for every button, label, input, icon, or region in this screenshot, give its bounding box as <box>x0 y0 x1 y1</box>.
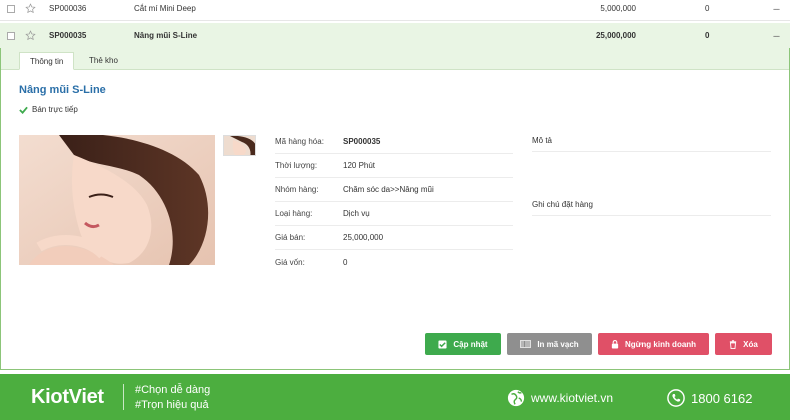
field-row: Giá bán: 25,000,000 <box>275 226 513 250</box>
star-icon[interactable] <box>25 3 36 14</box>
checkbox-icon <box>438 339 447 349</box>
row-checkbox[interactable] <box>7 4 15 13</box>
stop-selling-label: Ngừng kinh doanh <box>624 339 697 349</box>
lock-icon <box>611 339 619 349</box>
order-note-label: Ghi chú đặt hàng <box>532 194 771 216</box>
field-row: Nhóm hàng: Chăm sóc da>>Nâng mũi <box>275 178 513 202</box>
field-row: Thời lượng: 120 Phút <box>275 154 513 178</box>
tab-stock-card[interactable]: Thẻ kho <box>79 52 128 70</box>
product-code: SP000035 <box>49 31 87 40</box>
product-price: 25,000,000 <box>595 31 636 40</box>
field-value: Dịch vụ <box>343 209 370 218</box>
stop-selling-button[interactable]: Ngừng kinh doanh <box>598 333 709 355</box>
product-price: 5,000,000 <box>600 4 636 13</box>
row-checkbox[interactable] <box>7 31 15 40</box>
product-name: Cắt mí Mini Deep <box>134 4 196 13</box>
divider <box>123 384 124 410</box>
product-detail-panel: Thông tin Thẻ kho Nâng mũi S-Line Bán tr… <box>0 48 790 370</box>
product-thumbnail[interactable] <box>223 135 256 156</box>
product-stock: 0 <box>705 31 710 40</box>
field-label: Mã hàng hóa: <box>275 137 324 146</box>
slogan-line-1: #Chọn dễ dàng <box>135 384 211 396</box>
direct-sale-label: Bán trực tiếp <box>32 105 78 114</box>
product-title: Nâng mũi S-Line <box>19 84 106 96</box>
field-value: 120 Phút <box>343 161 376 170</box>
field-row: Mã hàng hóa: SP000035 <box>275 130 513 154</box>
field-value: Chăm sóc da>>Nâng mũi <box>343 185 434 194</box>
product-stock: 0 <box>705 4 710 13</box>
phone-icon <box>667 389 685 407</box>
field-label: Nhóm hàng: <box>275 185 319 194</box>
delete-label: Xóa <box>743 339 758 349</box>
product-fields: Mã hàng hóa: SP000035 Thời lượng: 120 Phút… <box>275 130 513 274</box>
field-value: 25,000,000 <box>343 233 384 242</box>
detail-tabs: Thông tin Thẻ kho <box>1 48 789 70</box>
field-label: Thời lượng: <box>275 161 318 170</box>
website-text: www.kiotviet.vn <box>531 391 614 405</box>
website-link[interactable]: www.kiotviet.vn <box>507 389 613 407</box>
field-row: Loại hàng: Dịch vụ <box>275 202 513 226</box>
field-label: Loại hàng: <box>275 209 313 218</box>
barcode-label: In mã vạch <box>537 339 579 349</box>
row-more-menu[interactable]: --- <box>773 31 780 41</box>
trash-icon <box>730 339 737 349</box>
globe-icon <box>507 389 525 407</box>
product-code: SP000036 <box>49 4 87 13</box>
field-value: 0 <box>343 257 348 267</box>
update-label: Cập nhật <box>453 339 488 349</box>
kiotviet-logo: KiotViet <box>31 386 104 408</box>
table-row-selected[interactable]: SP000035 Nâng mũi S-Line 25,000,000 0 --… <box>0 23 790 48</box>
table-row[interactable]: SP000036 Cắt mí Mini Deep 5,000,000 0 --… <box>0 0 790 21</box>
row-more-menu[interactable]: --- <box>773 4 780 14</box>
star-icon[interactable] <box>25 30 36 41</box>
field-label: Giá bán: <box>275 233 306 242</box>
direct-sale-flag: Bán trực tiếp <box>19 105 78 114</box>
tab-info[interactable]: Thông tin <box>19 52 75 70</box>
phone-number: 1800 6162 <box>691 390 753 406</box>
field-value: SP000035 <box>343 137 381 146</box>
product-name: Nâng mũi S-Line <box>134 31 198 40</box>
field-row: Giá vốn: 0 <box>275 250 513 274</box>
description-label: Mô tả <box>532 130 771 152</box>
delete-button[interactable]: Xóa <box>715 333 772 355</box>
print-barcode-button[interactable]: In mã vạch <box>507 333 592 355</box>
check-icon <box>19 106 28 114</box>
field-label: Giá vốn: <box>275 257 305 267</box>
slogan-line-2: #Trọn hiệu quả <box>135 399 209 411</box>
barcode-icon <box>520 340 532 348</box>
product-photo <box>19 135 215 265</box>
brand-footer: KiotViet #Chọn dễ dàng #Trọn hiệu quả ww… <box>0 374 790 420</box>
update-button[interactable]: Cập nhật <box>425 333 501 355</box>
hotline[interactable]: 1800 6162 <box>667 389 752 407</box>
